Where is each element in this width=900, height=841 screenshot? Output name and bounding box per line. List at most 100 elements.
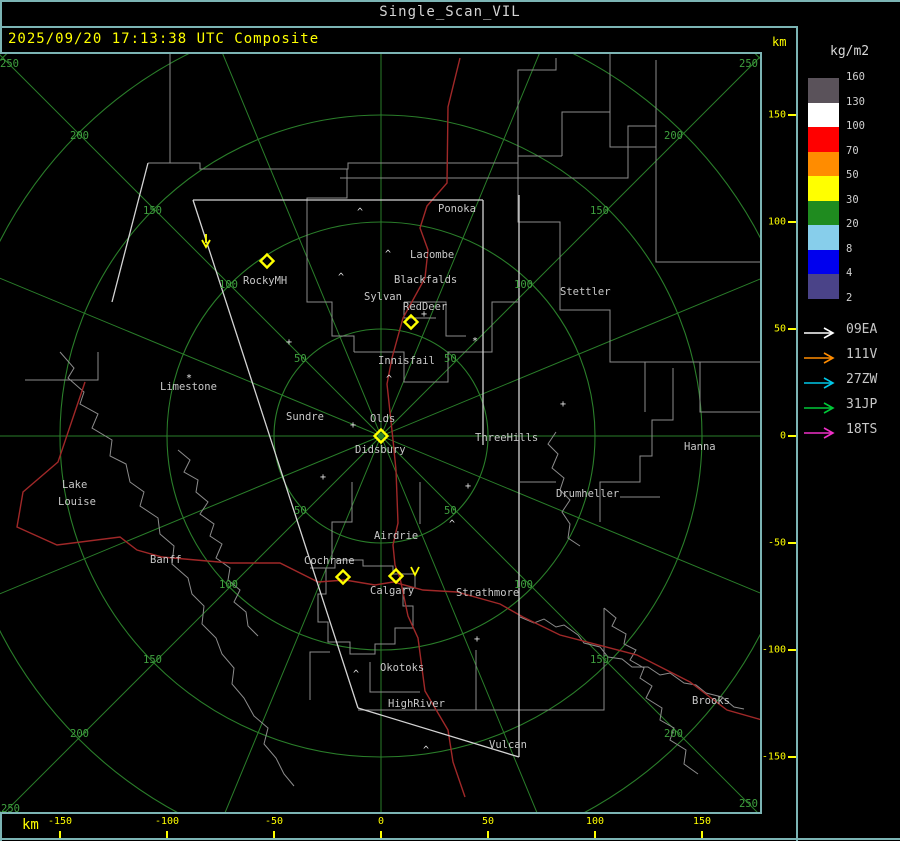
title-divider [0,26,798,28]
color-swatch [808,225,839,250]
bottom-axis-tick [380,831,382,838]
town-marker-icon: ^ [423,745,429,756]
right-axis-tick [788,221,796,223]
city-label: Airdrie [374,530,418,542]
town-marker-icon: * [186,373,192,384]
site-id: 31JP [846,397,878,412]
top-border [0,0,900,2]
range-ring-label: 50 [444,505,457,517]
town-marker-icon: + [421,309,427,320]
city-label: Olds [370,413,395,425]
town-marker-icon: ^ [353,669,359,680]
scale-value: 50 [846,169,859,181]
right-axis-tick-label: -100 [761,644,786,656]
range-ring-label: 150 [590,654,609,666]
legend-unit-label: kg/m2 [830,44,870,59]
right-axis-tick-label: -150 [761,751,786,763]
city-label: Drumheller [556,488,619,500]
town-marker-icon: + [320,472,326,483]
storm-cell-diamond-icon [334,568,352,586]
scale-value: 100 [846,120,865,132]
site-id: 111V [846,347,878,362]
color-swatch [808,102,839,127]
range-ring-label: 100 [219,579,238,591]
site-id: 18TS [846,422,878,437]
bottom-border [0,838,900,840]
range-ring-label: 100 [514,279,533,291]
site-id: 09EA [846,322,878,337]
radar-site-legend-row: 31JP [798,395,900,415]
scan-sector-outline [111,162,520,758]
site-arrow-icon [804,324,842,343]
bottom-axis-tick-label: -100 [154,816,180,827]
scan-timestamp: 2025/09/20 17:13:38 UTC Composite [8,31,320,47]
color-swatch [808,78,839,103]
city-label: Okotoks [380,662,424,674]
range-ring-label: 200 [70,130,89,142]
radar-site-legend-row: 09EA [798,320,900,340]
range-ring-label: 150 [143,654,162,666]
window-title: Single_Scan_VIL [379,4,521,20]
right-axis-tick-label: 50 [773,323,786,335]
range-ring-label: 50 [444,353,457,365]
range-ring-label: 250 [739,58,758,70]
scale-value: 8 [846,242,853,255]
right-axis-tick [788,328,796,330]
map-top-border [0,52,762,54]
city-label: Sylvan [364,291,402,303]
bottom-axis-tick [594,831,596,838]
city-label: Banff [150,554,182,566]
city-label: Strathmore [456,587,519,599]
radar-app-window: Single_Scan_VIL 2025/09/20 17:13:38 UTC … [0,0,900,841]
right-axis-tick [788,649,796,651]
right-axis-tick [788,542,796,544]
site-arrow-icon [804,349,842,368]
site-id: 27ZW [846,372,878,387]
range-ring-label: 200 [664,728,683,740]
bottom-axis-unit: km [22,817,39,833]
town-marker-icon: ^ [386,374,392,385]
city-label: Calgary [370,585,414,597]
town-marker-icon: + [286,337,292,348]
radar-map[interactable]: 50 5050 50100 100100 100150 150150 150200 20020… [0,52,762,814]
color-swatch [808,249,839,274]
storm-cell-diamond-icon [258,252,276,270]
range-ring-label: 50 [294,353,307,365]
city-label: Lake [62,479,87,491]
bottom-axis-tick [273,831,275,838]
storm-cell-diamond-icon [402,313,420,331]
town-marker-icon: + [474,634,480,645]
scale-value: 2 [846,291,853,304]
bottom-axis-tick [59,831,61,838]
town-marker-icon: ^ [357,207,363,218]
city-label: Vulcan [489,739,527,751]
range-ring-label: 150 [590,205,609,217]
city-label: Sundre [286,411,324,423]
bottom-axis-tick [166,831,168,838]
bottom-axis-tick [701,831,703,838]
town-marker-icon: ^ [449,519,455,530]
town-marker-icon: + [465,481,471,492]
color-swatch [808,274,839,299]
right-axis: 150 100 50 0 -50 -100 -150 [762,52,796,814]
city-labels: PonokaLacombeBlackfaldsSylvanRedDeerStet… [58,203,730,751]
scale-value: 70 [846,144,859,157]
bottom-axis-tick [487,831,489,838]
color-swatch [808,176,839,201]
city-label: Didsbury [355,444,406,456]
map-markers: ^ ^ ^ ^ ^ ^ ^ + + + + + + + * * [186,207,566,756]
city-label: ThreeHills [475,432,538,444]
color-scale [808,78,839,299]
range-ring-label: 200 [70,728,89,740]
bottom-axis-tick-label: 150 [692,816,712,827]
city-label: Cochrane [304,555,355,567]
scale-value: 160 [846,71,865,83]
scale-value: 20 [846,218,859,230]
bottom-axis-tick-label: 0 [377,816,385,827]
range-ring-label: 250 [0,58,19,70]
bottom-axis-tick-label: 100 [585,816,605,827]
city-label: Brooks [692,695,730,707]
color-swatch [808,151,839,176]
color-swatch [808,127,839,152]
city-label: Innisfail [378,355,435,367]
